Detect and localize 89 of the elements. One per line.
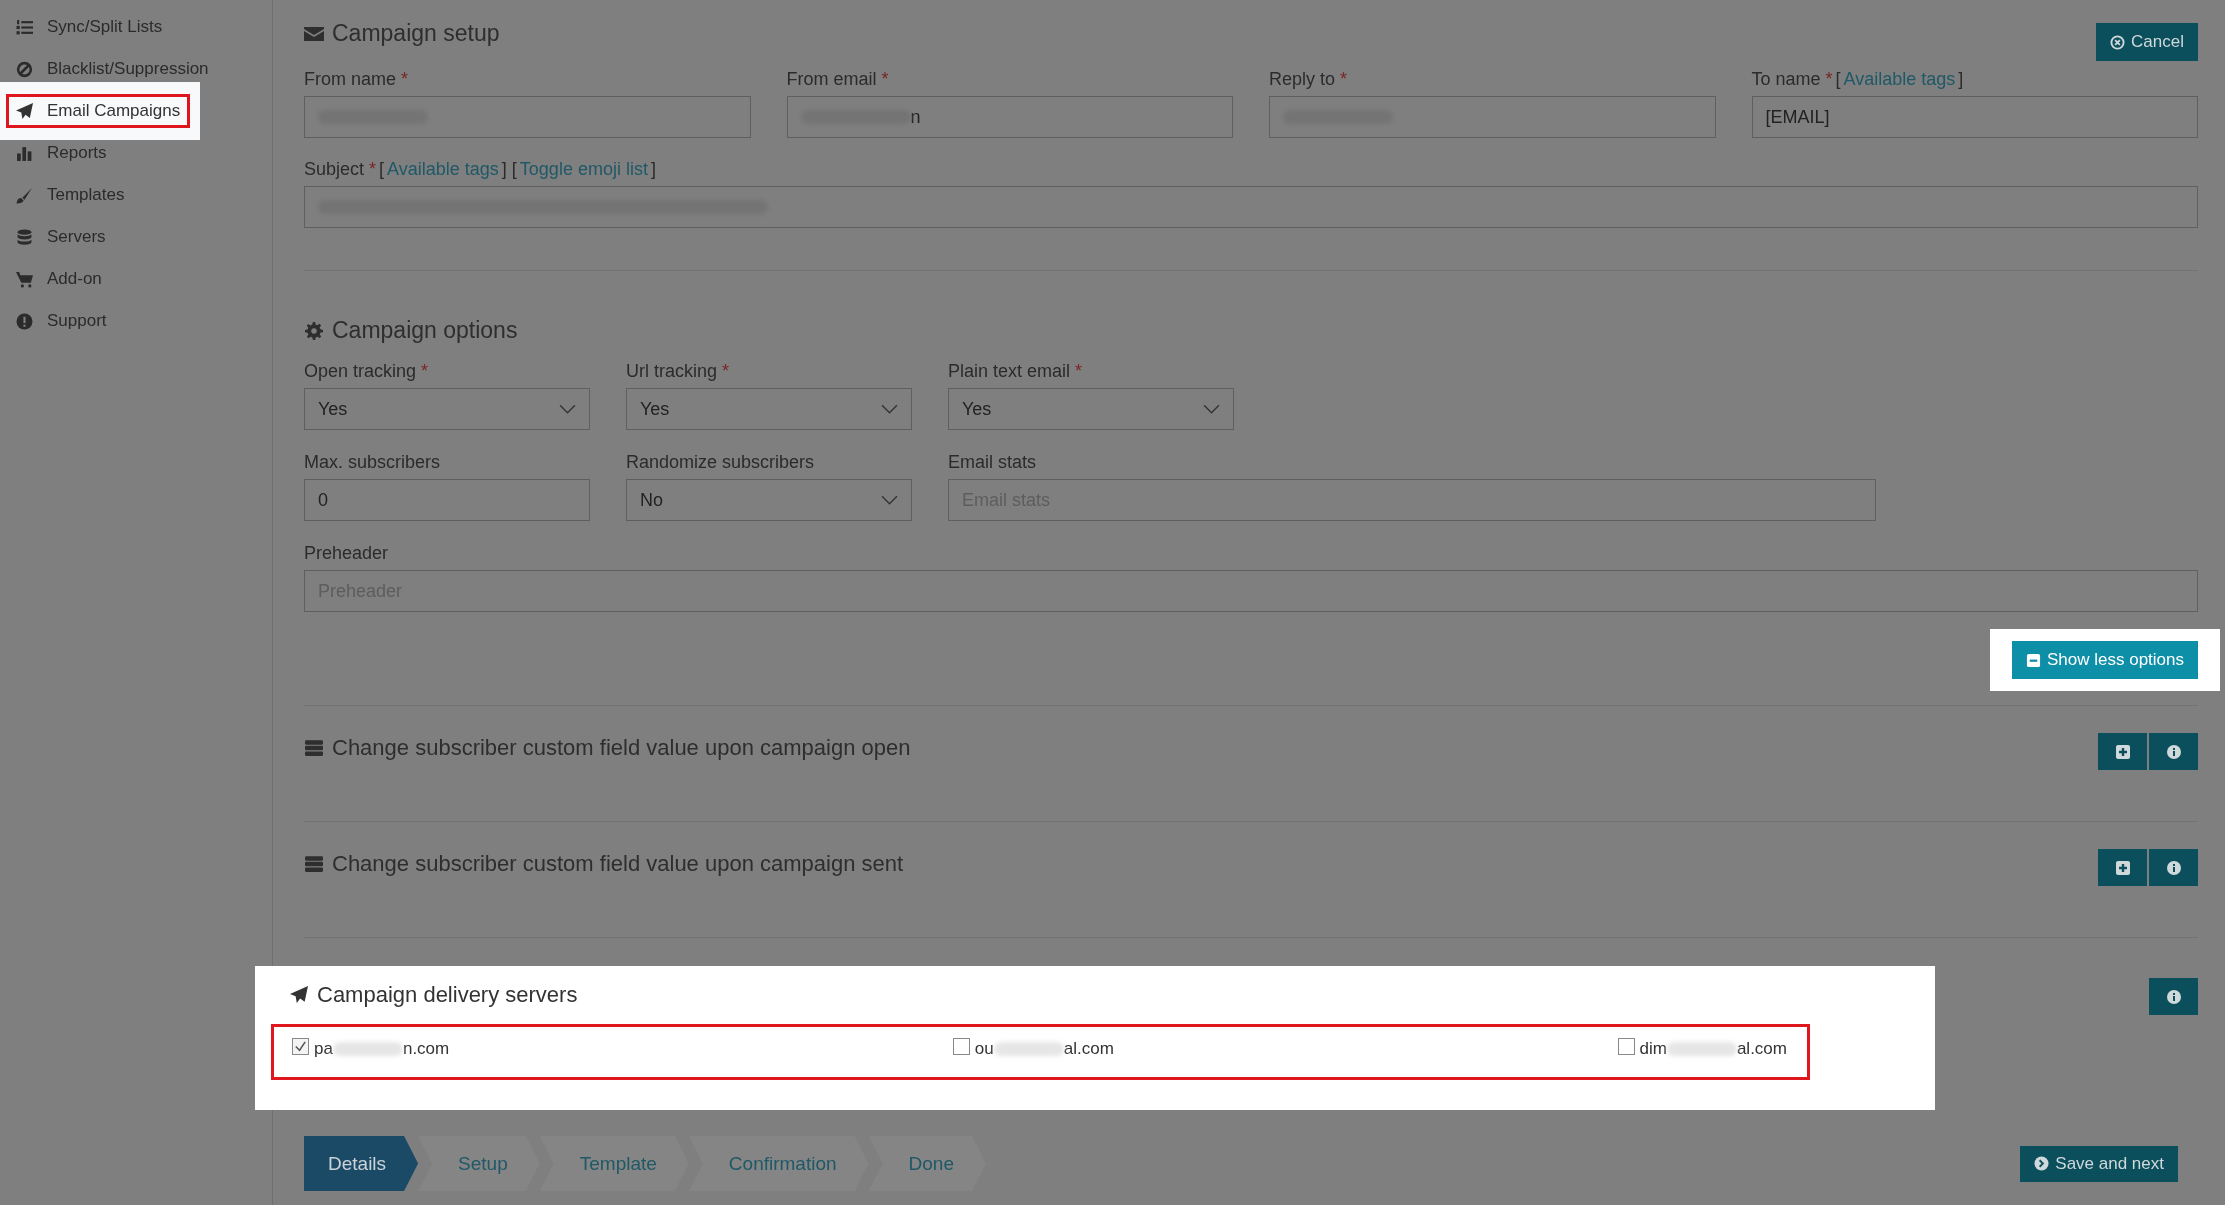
sidebar-item[interactable]: Add-on [6,263,112,295]
chevron-down-icon [881,403,898,415]
add-button[interactable] [2098,849,2147,886]
wizard-step[interactable]: Setup [418,1136,540,1191]
block-icon [16,60,33,78]
wizard-step[interactable]: Details [304,1136,419,1191]
database-icon [16,228,33,246]
section-title: Change subscriber custom field value upon campaign open [304,735,911,761]
sidebar-item[interactable]: Reports [6,137,117,169]
sidebar-item[interactable]: Support [6,305,117,337]
subject-field[interactable] [304,186,2198,228]
blurred-value [1666,1042,1737,1056]
envelope-icon [304,24,324,43]
chevron-down-icon [1203,403,1220,415]
bracket: [ [1835,69,1841,90]
close-icon [2110,34,2126,50]
field-label: Reply to * [1269,69,1348,90]
sidebar-item[interactable]: Blacklist/Suppression [6,53,219,85]
field-label: From email * [786,69,889,90]
dropdown[interactable]: Yes [304,388,590,430]
blurred-value [332,1042,403,1056]
field-label: Preheader [304,543,389,564]
bar-chart-icon [16,144,33,162]
dropdown[interactable]: Yes [948,388,1234,430]
numbered-list-icon [16,18,33,36]
dropdown[interactable]: Yes [626,388,912,430]
bracket: [ [379,159,385,180]
field-label: Plain text email * [948,361,1083,382]
bracket: ] [650,159,656,180]
label-link[interactable]: Available tags [387,159,499,180]
server-stack-icon [304,739,324,757]
add-button[interactable] [2098,733,2147,770]
text-field[interactable] [1269,96,1716,138]
field-label: Max. subscribers [304,452,441,473]
checkbox[interactable] [292,1037,309,1055]
wizard-step[interactable]: Confirmation [688,1136,869,1191]
gear-icon [304,321,324,340]
section-title: Campaign options [304,317,2198,344]
paper-plane-icon [16,102,33,120]
info-icon [2165,859,2182,876]
info-icon [2165,988,2182,1005]
checkbox[interactable] [952,1037,970,1055]
field-label: Url tracking * [626,361,730,382]
save-and-next-button[interactable]: Save and next [2020,1145,2178,1182]
show-less-options-button[interactable]: Show less options [2011,641,2198,679]
plus-square-icon [2114,743,2131,760]
cancel-button[interactable]: Cancel [2096,23,2198,61]
field-label: From name * [304,69,409,90]
wizard-step[interactable]: Template [539,1136,689,1191]
info-button[interactable] [2149,978,2198,1015]
available-tags-link[interactable]: Available tags [1843,69,1956,90]
sidebar-item[interactable]: Templates [6,179,135,211]
sidebar-item[interactable]: Email Campaigns [6,94,191,128]
server-stack-icon [304,855,324,873]
plus-square-icon [2114,859,2131,876]
section-title: Change subscriber custom field value upon campaign sent [304,851,904,877]
text-field[interactable] [304,96,751,138]
field-label: To name * [1751,69,1833,90]
server-checkbox[interactable]: dim al.com [1617,1039,1787,1059]
checkbox[interactable] [1617,1037,1635,1055]
wizard-step[interactable]: Done [868,1136,986,1191]
field-label: Open tracking * [304,361,429,382]
section-title: Campaign delivery servers [289,982,1887,1008]
arrow-circle-icon [2034,1156,2050,1171]
cart-icon [16,270,33,288]
text-field[interactable]: 0 [304,479,590,521]
sidebar-item[interactable]: Sync/Split Lists [6,11,173,43]
server-checkbox[interactable]: ou al.com [952,1039,1114,1059]
text-field[interactable]: n [786,96,1233,138]
chevron-down-icon [881,494,898,506]
field-label: Email stats [948,452,1037,473]
server-checkbox[interactable]: pa n.com [292,1039,450,1059]
field-label: Randomize subscribers [626,452,815,473]
field-label: Subject * [304,159,377,180]
chevron-down-icon [559,403,576,415]
exclamation-icon [16,312,33,330]
paper-plane-icon [289,986,309,1004]
bracket: ] [ [501,159,517,180]
bracket: ] [1958,69,1964,90]
info-button[interactable] [2149,733,2198,770]
text-field[interactable]: [EMAIL] [1751,96,2198,138]
label-link[interactable]: Toggle emoji list [519,159,648,180]
section-title: Campaign setup [304,20,500,47]
info-button[interactable] [2149,849,2198,886]
minus-square-icon [2025,652,2041,668]
blurred-value [993,1042,1064,1056]
dropdown[interactable]: No [626,479,912,521]
sidebar-item[interactable]: Servers [6,221,116,253]
info-icon [2165,743,2182,760]
